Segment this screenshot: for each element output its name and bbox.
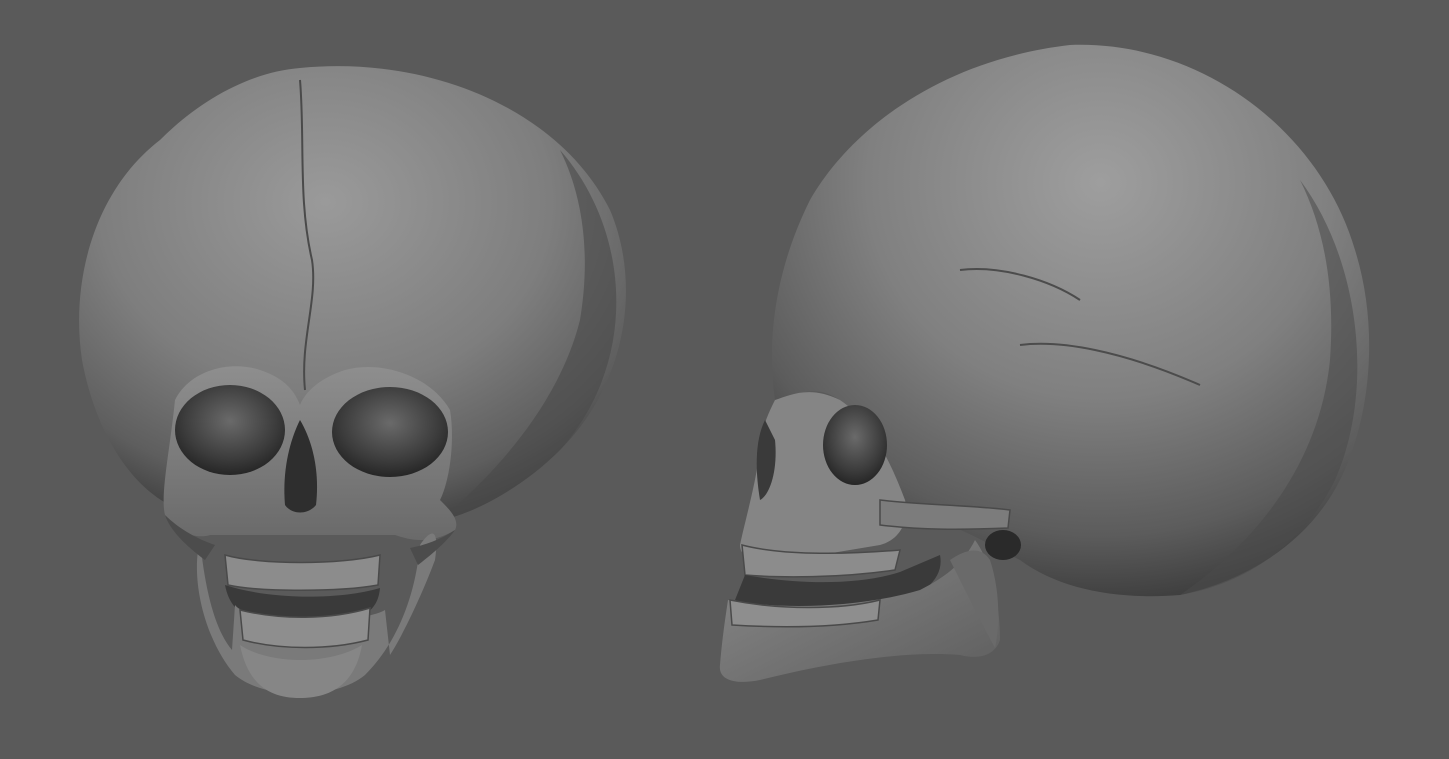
skull-front-view (79, 66, 626, 698)
side-ear-canal (985, 530, 1021, 560)
side-eye-socket (823, 405, 887, 485)
render-viewport (0, 0, 1449, 759)
skull-side-view (719, 44, 1370, 682)
front-left-eye-socket (175, 385, 285, 475)
render-canvas (79, 44, 1370, 698)
front-upper-teeth (224, 553, 381, 591)
front-right-eye-socket (332, 387, 448, 477)
